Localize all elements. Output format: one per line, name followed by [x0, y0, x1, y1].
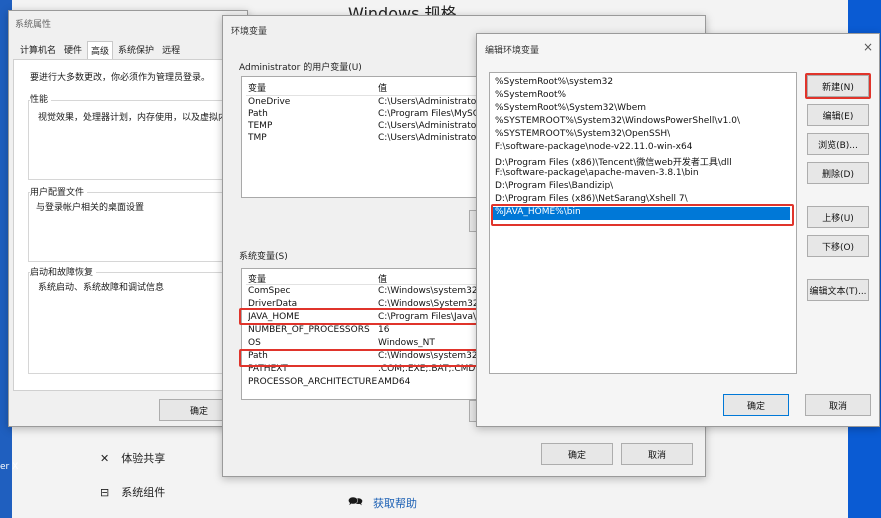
delete-button[interactable]: 删除(D) — [807, 162, 869, 184]
list-item[interactable]: F:\software-package\apache-maven-3.8.1\b… — [495, 168, 699, 178]
edit-button[interactable]: 编辑(E) — [807, 104, 869, 126]
table-row[interactable]: OneDrive C:\Users\Administrator\ — [242, 97, 482, 109]
window-title: 编辑环境变量 — [485, 46, 540, 56]
table-row[interactable]: Path C:\Program Files\MySQ — [242, 109, 482, 121]
move-down-button[interactable]: 下移(O) — [807, 235, 869, 257]
list-item[interactable]: %SystemRoot%\System32\Wbem — [495, 103, 646, 113]
tab-hardware[interactable]: 硬件 — [61, 41, 85, 59]
tab-system-protection[interactable]: 系统保护 — [115, 41, 157, 59]
help-link[interactable]: 获取帮助 — [373, 495, 417, 511]
list-item[interactable]: %SYSTEMROOT%\System32\OpenSSH\ — [495, 129, 670, 139]
window-title: 系统属性 — [15, 20, 52, 30]
list-item[interactable]: D:\Program Files\Bandizip\ — [495, 181, 613, 191]
admin-note: 要进行大多数更改，你必须作为管理员登录。 — [30, 73, 211, 83]
profile-desc: 与登录帐户相关的桌面设置 — [36, 203, 145, 213]
highlight-path — [239, 349, 497, 367]
table-row[interactable]: NUMBER_OF_PROCESSORS 16 — [242, 325, 482, 338]
performance-label: 性能 — [30, 92, 52, 105]
column-header-variable[interactable]: 变量 — [248, 81, 266, 94]
help-icon: 🗪 — [348, 494, 363, 508]
user-variables-label: Administrator 的用户变量(U) — [239, 63, 362, 73]
settings-item-share[interactable]: ✕ 体验共享 — [100, 450, 165, 466]
settings-item-label: 体验共享 — [121, 452, 166, 465]
help-link-row[interactable]: 🗪 获取帮助 — [348, 492, 417, 513]
ok-button[interactable]: 确定 — [541, 443, 613, 465]
tab-remote[interactable]: 远程 — [159, 41, 183, 59]
table-row[interactable]: PROCESSOR_ARCHITECTURE AMD64 — [242, 377, 482, 390]
tab-computer-name[interactable]: 计算机名 — [17, 41, 59, 59]
list-item[interactable]: %SYSTEMROOT%\System32\WindowsPowerShell\… — [495, 116, 740, 126]
table-row[interactable]: TMP C:\Users\Administrator\ — [242, 133, 482, 145]
user-variables-list[interactable]: 变量 值 OneDrive C:\Users\Administrator\ Pa… — [241, 76, 483, 198]
startup-label: 启动和故障恢复 — [30, 265, 97, 278]
profile-label: 用户配置文件 — [30, 185, 88, 198]
cancel-button[interactable]: 取消 — [621, 443, 693, 465]
cancel-button[interactable]: 取消 — [805, 394, 871, 416]
highlight-new-button — [805, 73, 871, 99]
window-title: 环境变量 — [231, 27, 268, 37]
system-variables-label: 系统变量(S) — [239, 252, 288, 262]
table-row[interactable]: ComSpec C:\Windows\system32\ — [242, 286, 482, 299]
list-item[interactable]: D:\Program Files (x86)\Tencent\微信web开发者工… — [495, 155, 732, 168]
list-item[interactable]: %SystemRoot% — [495, 90, 566, 100]
table-row[interactable]: TEMP C:\Users\Administrator\ — [242, 121, 482, 133]
list-item[interactable]: D:\Program Files (x86)\NetSarang\Xshell … — [495, 194, 688, 204]
browse-button[interactable]: 浏览(B)... — [807, 133, 869, 155]
tab-advanced[interactable]: 高级 — [87, 41, 114, 59]
close-icon[interactable]: × — [863, 40, 873, 54]
ok-button[interactable]: 确定 — [723, 394, 789, 416]
desktop-label: er X — [0, 462, 19, 472]
startup-desc: 系统启动、系统故障和调试信息 — [38, 283, 165, 293]
list-item[interactable]: %SystemRoot%\system32 — [495, 77, 613, 87]
tab-bar: 计算机名 硬件 高级 系统保护 远程 — [17, 41, 183, 59]
edit-text-button[interactable]: 编辑文本(T)... — [807, 279, 869, 301]
settings-item-label: 系统组件 — [121, 486, 166, 499]
highlight-java-bin — [491, 204, 794, 226]
performance-desc: 视觉效果，处理器计划，内存使用，以及虚拟内 — [38, 113, 228, 123]
column-header-value[interactable]: 值 — [378, 81, 387, 94]
tab-panel: 要进行大多数更改，你必须作为管理员登录。 性能 视觉效果，处理器计划，内存使用，… — [13, 59, 245, 391]
list-item[interactable]: F:\software-package\node-v22.11.0-win-x6… — [495, 142, 692, 152]
components-icon: ⊟ — [100, 485, 110, 499]
highlight-java-home — [239, 308, 497, 325]
settings-item-components[interactable]: ⊟ 系统组件 — [100, 484, 165, 500]
system-variables-list[interactable]: 变量 值 ComSpec C:\Windows\system32\ Driver… — [241, 268, 483, 400]
edit-env-var-window: 编辑环境变量 × %SystemRoot%\system32 %SystemRo… — [476, 33, 880, 427]
system-properties-window: 系统属性 计算机名 硬件 高级 系统保护 远程 要进行大多数更改，你必须作为管理… — [8, 10, 248, 427]
move-up-button[interactable]: 上移(U) — [807, 206, 869, 228]
share-icon: ✕ — [100, 451, 110, 465]
